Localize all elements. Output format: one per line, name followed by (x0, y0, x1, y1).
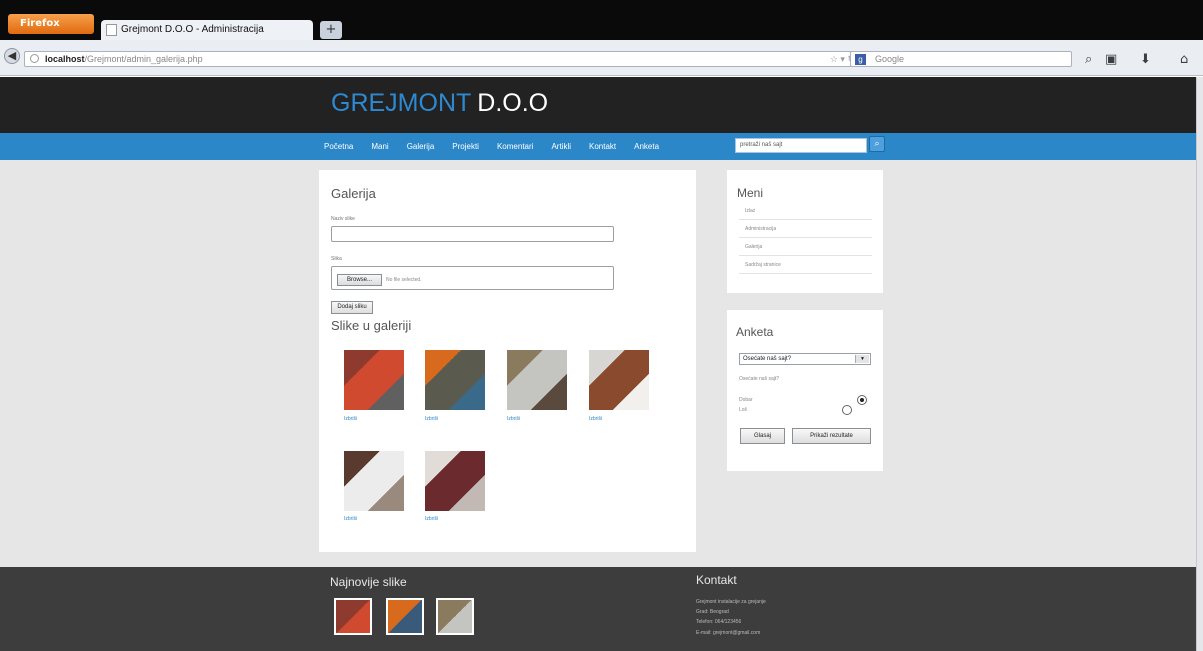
nav-item-artikli[interactable]: Artikli (551, 133, 581, 160)
contact-title: Kontakt (696, 573, 737, 587)
back-arrow-icon[interactable]: ◀ (4, 48, 20, 64)
nav-item-komentari[interactable]: Komentari (497, 133, 543, 160)
poll-answer-label: Loš (739, 407, 748, 413)
url-host: localhost (45, 54, 85, 64)
browser-tab-strip: Firefox Grejmont D.O.O - Administracija … (0, 0, 1203, 40)
site-footer (0, 567, 1196, 651)
page-scrollbar[interactable] (1196, 77, 1203, 651)
logo-part-2: D.O.O (477, 89, 549, 117)
browser-tab[interactable]: Grejmont D.O.O - Administracija (101, 20, 313, 40)
address-bar[interactable]: localhost/Grejmont/admin_galerija.php ☆ … (24, 51, 864, 67)
contact-line: Grad: Beograd (696, 609, 729, 615)
site-menu-bar: Početna Mani Galerija Projekti Komentari… (0, 133, 1196, 160)
site-logo[interactable]: GREJMONT D.O.O (331, 89, 548, 118)
contact-line: Telefon: 064/123456 (696, 619, 742, 625)
sidebar-item-izlaz[interactable]: Izlaz (739, 203, 872, 220)
vote-button[interactable]: Glasaj (740, 428, 785, 444)
poll-radio-dobar[interactable] (857, 395, 867, 405)
home-icon[interactable]: ⌂ (1180, 52, 1188, 67)
site-search-button[interactable]: ⌕ (869, 136, 885, 152)
gallery-image[interactable] (425, 451, 485, 511)
gallery-image[interactable] (344, 451, 404, 511)
url-path: /Grejmont/admin_galerija.php (84, 54, 203, 64)
no-file-text: No file selected. (386, 277, 422, 283)
delete-image-link[interactable]: Izbriši (589, 416, 602, 422)
delete-image-link[interactable]: Izbriši (425, 516, 438, 522)
poll-radio-los[interactable] (842, 405, 852, 415)
contact-line: E-mail: grejmont@gmail.com (696, 630, 761, 636)
gallery-image[interactable] (507, 350, 567, 410)
page-favicon-icon (106, 24, 117, 36)
nav-item-kontakt[interactable]: Kontakt (589, 133, 626, 160)
site-search-input[interactable]: pretraži naš sajt (735, 138, 867, 153)
poll-question: Osećate naš sajt? (739, 376, 780, 382)
browser-search-box[interactable]: g Google (850, 51, 1072, 67)
site-header: GREJMONT D.O.O (0, 77, 1196, 133)
name-label: Naziv slike (331, 216, 355, 222)
delete-image-link[interactable]: Izbriši (507, 416, 520, 422)
poll-select-value: Osećate naš sajt? (743, 356, 792, 362)
gallery-image[interactable] (425, 350, 485, 410)
file-label: Slika (331, 256, 342, 262)
add-image-button[interactable]: Dodaj sliku (331, 301, 373, 314)
poll-select[interactable]: Osećate naš sajt? ▼ (739, 353, 871, 365)
search-icon[interactable]: ⌕ (1085, 52, 1092, 67)
new-tab-button[interactable]: + (320, 21, 342, 39)
gallery-image[interactable] (344, 350, 404, 410)
footer-thumbnail[interactable] (334, 598, 372, 635)
delete-image-link[interactable]: Izbriši (425, 416, 438, 422)
sidebar-item-galerija[interactable]: Galerija (739, 239, 872, 256)
gallery-title: Slike u galeriji (331, 318, 412, 333)
nav-item-anketa[interactable]: Anketa (634, 133, 669, 160)
browser-search-placeholder: Google (875, 54, 905, 64)
delete-image-link[interactable]: Izbriši (344, 516, 357, 522)
nav-item-mani[interactable]: Mani (371, 133, 398, 160)
browse-button[interactable]: Browse... (337, 274, 382, 286)
google-icon: g (855, 54, 866, 65)
show-results-button[interactable]: Prikaži rezultate (792, 428, 871, 444)
logo-part-1: GREJMONT (331, 89, 472, 117)
contact-line: Grejmont instalacije za grejanje (696, 599, 766, 605)
footer-thumbnail[interactable] (436, 598, 474, 635)
delete-image-link[interactable]: Izbriši (344, 416, 357, 422)
nav-item-projekti[interactable]: Projekti (452, 133, 489, 160)
download-icon[interactable]: ⬇ (1140, 52, 1151, 67)
footer-thumbnail[interactable] (386, 598, 424, 635)
firefox-menu-button[interactable]: Firefox (8, 14, 94, 34)
sidebar-menu-title: Meni (737, 186, 764, 200)
nav-item-galerija[interactable]: Galerija (407, 133, 445, 160)
main-nav: Početna Mani Galerija Projekti Komentari… (324, 133, 677, 160)
image-name-input[interactable] (331, 226, 614, 242)
chevron-down-icon: ▼ (855, 355, 869, 363)
tab-title: Grejmont D.O.O - Administracija (121, 24, 264, 35)
latest-images-title: Najnovije slike (330, 575, 407, 589)
sidebar-item-sadrzaj[interactable]: Sadržaj stranice (739, 257, 872, 274)
sidebar-item-administracija[interactable]: Administracija (739, 221, 872, 238)
page-title: Galerija (331, 186, 376, 201)
gallery-image[interactable] (589, 350, 649, 410)
screen-icon[interactable]: ▣ (1105, 52, 1117, 67)
nav-item-pocetna[interactable]: Početna (324, 133, 363, 160)
poll-answer-label: Dobar (739, 397, 753, 403)
browser-nav-bar: ◀ localhost/Grejmont/admin_galerija.php … (0, 40, 1203, 76)
globe-icon (30, 54, 39, 63)
poll-title: Anketa (736, 325, 774, 339)
